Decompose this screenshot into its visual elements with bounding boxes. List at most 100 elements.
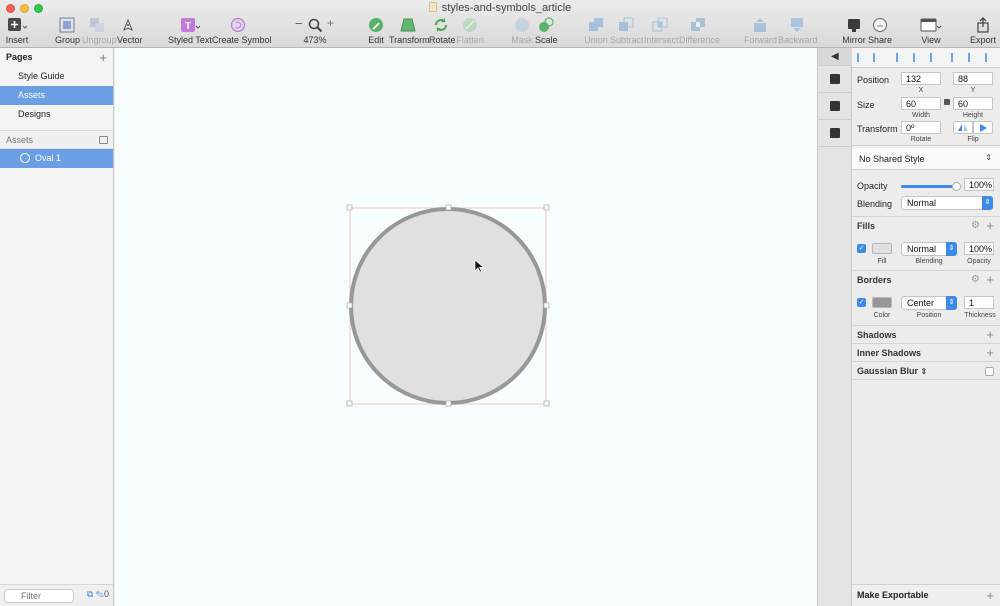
intersect-icon [652, 17, 668, 33]
page-item-designs[interactable]: Designs [0, 105, 113, 124]
create-symbol-button[interactable]: Create Symbol [212, 17, 272, 47]
align-bottom-icon[interactable] [985, 53, 994, 62]
opacity-slider-knob[interactable] [952, 182, 961, 191]
resize-handle[interactable] [445, 400, 452, 407]
backward-button[interactable]: Backward [778, 17, 818, 47]
rotate-button[interactable]: Rotate [429, 17, 456, 47]
components-icon [830, 128, 840, 138]
group-button[interactable]: Group [55, 17, 80, 47]
collapse-layers-button[interactable] [99, 136, 108, 144]
resize-handle[interactable] [445, 204, 452, 211]
resize-handle[interactable] [346, 204, 353, 211]
shared-style-select[interactable]: No Shared Style ⇕ [852, 148, 1000, 170]
resize-handle[interactable] [543, 302, 550, 309]
align-top-icon[interactable] [951, 53, 960, 62]
width-field[interactable] [901, 97, 941, 110]
subtract-button[interactable]: Subtract [610, 17, 644, 47]
styled-text-button[interactable]: T Styled Text [168, 17, 212, 47]
gear-icon[interactable]: ⚙ [971, 217, 980, 235]
blending-select[interactable]: Normal ⇕ [901, 196, 993, 210]
distribute-vertical-icon[interactable] [873, 53, 882, 62]
window-title: styles-and-symbols_article [0, 2, 1000, 14]
gear-icon[interactable]: ⚙ [971, 271, 980, 289]
view-button[interactable]: View [917, 17, 945, 47]
filter-options[interactable]: ⧉ ✎0 [87, 589, 109, 600]
blur-checkbox[interactable] [985, 367, 994, 376]
resize-handle[interactable] [543, 204, 550, 211]
fill-opacity-field[interactable] [964, 242, 994, 255]
align-center-icon[interactable] [913, 53, 922, 62]
tab-prototype[interactable] [818, 93, 852, 120]
flip-horizontal-button[interactable] [953, 121, 973, 134]
align-right-icon[interactable] [930, 53, 939, 62]
opacity-slider[interactable] [901, 182, 961, 191]
border-checkbox[interactable]: ✓ [857, 298, 866, 307]
zoom-control[interactable]: − + 473% [293, 16, 337, 47]
intersect-button[interactable]: Intersect [644, 17, 679, 47]
lock-icon[interactable] [944, 99, 950, 105]
group-icon [59, 17, 75, 33]
mirror-button[interactable]: Mirror [842, 17, 866, 47]
fill-blending-select[interactable]: Normal ⇕ [901, 242, 957, 256]
page-item-style-guide[interactable]: Style Guide [0, 67, 113, 86]
oval-shape[interactable] [349, 207, 547, 405]
resize-handle[interactable] [543, 400, 550, 407]
difference-icon [690, 17, 706, 33]
forward-button[interactable]: Forward [744, 17, 777, 47]
divider [852, 145, 1000, 146]
fill-checkbox[interactable]: ✓ [857, 244, 866, 253]
y-field[interactable] [953, 72, 993, 85]
transform-button[interactable]: Transform [389, 17, 430, 47]
layers-header: Assets [0, 130, 113, 149]
ungroup-button[interactable]: Ungroup [82, 17, 117, 47]
add-shadow-button[interactable]: + [986, 326, 994, 344]
zoom-in-button[interactable]: + [327, 16, 334, 30]
layer-item-oval[interactable]: Oval 1 [0, 149, 113, 168]
share-button[interactable]: Share [868, 17, 892, 47]
flip-horizontal-icon [958, 124, 968, 131]
edit-button[interactable]: Edit [365, 17, 387, 47]
shadows-header: Shadows + [857, 326, 994, 344]
flatten-button[interactable]: Flatten [456, 17, 484, 47]
export-button[interactable]: Export [970, 17, 996, 47]
style-icon [830, 74, 840, 84]
border-thickness-field[interactable] [964, 296, 994, 309]
scale-button[interactable]: Scale [535, 17, 558, 47]
insert-button[interactable]: Insert [4, 17, 30, 47]
add-fill-button[interactable]: + [986, 217, 994, 235]
add-page-button[interactable]: + [99, 48, 107, 67]
filter-input[interactable] [4, 589, 74, 603]
x-field[interactable] [901, 72, 941, 85]
page-item-assets[interactable]: Assets [0, 86, 113, 105]
zoom-out-button[interactable]: − [295, 16, 303, 31]
opacity-slider-fill [901, 185, 957, 188]
flip-vertical-button[interactable] [973, 121, 993, 134]
backward-icon [789, 17, 805, 33]
distribute-horizontal-icon[interactable] [857, 53, 866, 62]
make-exportable-button[interactable]: Make Exportable + [852, 584, 1000, 606]
chevron-updown-icon: ⇕ [946, 242, 957, 256]
fill-color-swatch[interactable] [872, 243, 892, 254]
add-inner-shadow-button[interactable]: + [986, 344, 994, 362]
vector-button[interactable]: Vector [117, 17, 143, 47]
align-left-icon[interactable] [896, 53, 905, 62]
mask-button[interactable]: Mask [510, 17, 534, 47]
resize-handle[interactable] [346, 302, 353, 309]
tab-style[interactable] [818, 66, 852, 93]
align-middle-icon[interactable] [968, 53, 977, 62]
canvas[interactable] [115, 48, 817, 606]
resize-handle[interactable] [346, 400, 353, 407]
rotate-field[interactable] [901, 121, 941, 134]
sidebar-footer: ⧉ ✎0 [0, 584, 113, 606]
tab-collapse[interactable]: ◀ [818, 48, 852, 66]
difference-button[interactable]: Difference [679, 17, 720, 47]
union-button[interactable]: Union [584, 17, 608, 47]
add-border-button[interactable]: + [986, 271, 994, 289]
chevron-left-icon: ◀ [831, 51, 839, 62]
opacity-field[interactable] [964, 178, 994, 191]
height-field[interactable] [953, 97, 993, 110]
border-position-select[interactable]: Center ⇕ [901, 296, 957, 310]
tab-components[interactable] [818, 120, 852, 147]
border-color-swatch[interactable] [872, 297, 892, 308]
gaussian-blur-header[interactable]: Gaussian Blur ⇕ [852, 362, 1000, 380]
